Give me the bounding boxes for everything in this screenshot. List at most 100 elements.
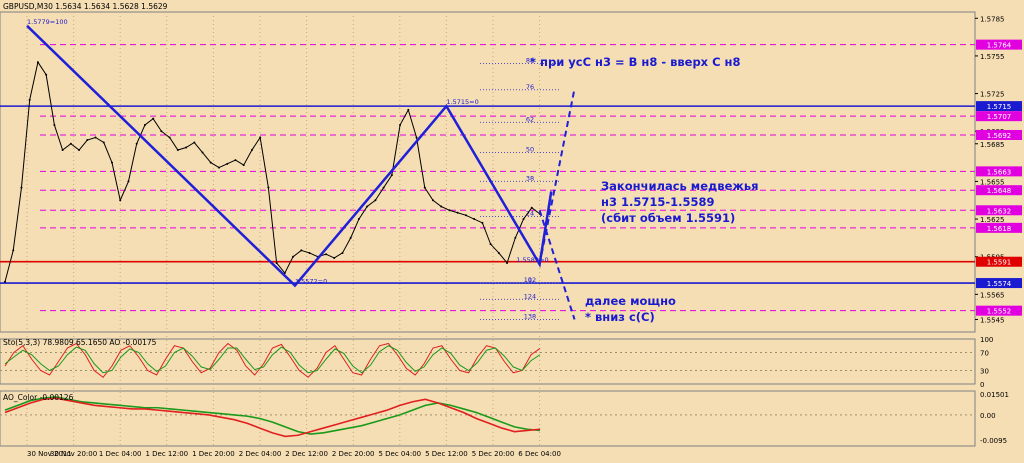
price-point [432,199,434,202]
price-point [12,249,15,252]
price-point [135,142,138,145]
ao-tick-label: 0.00 [980,412,996,420]
conclusion-line-1: Закончилась медвежья [601,179,758,193]
price-point [481,221,484,224]
time-tick-label: 2 Dec 20:00 [332,450,375,458]
price-point [259,136,262,139]
price-point [267,186,270,189]
price-point [292,255,295,258]
chart-canvas: 88766250382401121241381.5779=1001.5715=0… [0,0,1024,459]
time-tick-label: 1 Dec 04:00 [99,450,142,458]
price-level-badge-text: 1.5618 [987,225,1012,233]
price-level-badge-text: 1.5764 [987,42,1012,50]
stochastic-tick-label: 0 [980,381,984,389]
scenario-annotation: * при усС н3 = В н8 - вверх С н8 [530,55,741,69]
price-point [341,251,344,254]
price-point [250,149,253,152]
price-point [448,209,451,212]
price-level-badge-text: 1.5692 [987,132,1012,140]
stochastic-header: Sto(5,3,3) 78.9809 65.1650 AO -0.00175 [3,338,157,347]
swing-label: 1.5572=0 [295,278,327,286]
price-point [176,149,179,152]
price-level-badge-text: 1.5591 [987,259,1012,267]
chart-window: 88 76 62 50 38 24 0 112 124 138 1.5779=100 1.5715=0… [0,0,1024,459]
price-point [61,149,64,152]
price-point [53,123,56,126]
fib-level-label: 76 [526,83,534,91]
fib-level-label: 112 [524,276,536,284]
price-point [415,136,418,139]
time-tick-label: 5 Dec 20:00 [472,450,515,458]
stochastic-tick-label: 100 [980,336,993,344]
time-tick-label: 1 Dec 12:00 [145,450,188,458]
price-level-badge-text: 1.5574 [987,280,1012,288]
price-level-badge-text: 1.5632 [987,207,1012,215]
time-tick-label: 2 Dec 12:00 [285,450,328,458]
price-level-badge-text: 1.5707 [987,113,1012,121]
price-level-badge-text: 1.5552 [987,308,1012,316]
stochastic-tick-label: 70 [980,350,989,358]
fib-level-label: 124 [524,292,536,300]
price-point [300,249,303,252]
next-move-line-1: далее мощно [585,294,676,308]
price-point [497,251,500,254]
price-point [111,161,113,164]
price-point [69,142,72,145]
time-tick-label: 2 Dec 04:00 [239,450,282,458]
price-point [78,149,81,152]
ao-tick-label: 0.01501 [980,391,1009,399]
time-tick-label: 1 Dec 20:00 [192,450,235,458]
price-point [218,166,220,169]
price-point [45,73,48,76]
price-tick-label: 1.5755 [980,53,1005,61]
price-point [94,136,97,139]
price-point [440,205,443,208]
price-point [152,117,155,120]
price-point [407,108,410,111]
price-tick-label: 1.5685 [980,141,1005,149]
price-point [201,151,204,154]
price-point [374,199,377,202]
price-level-badge-text: 1.5715 [987,103,1012,111]
stochastic-tick-label: 30 [980,368,989,376]
price-point [127,180,130,183]
price-point [143,123,146,126]
price-point [325,253,327,256]
chart-background [0,0,1024,459]
price-point [390,174,393,177]
conclusion-line-3: (сбит объем 1.5591) [601,211,735,225]
price-point [357,218,360,221]
price-point [234,159,237,162]
swing-label: 1.5779=100 [27,18,68,26]
price-point [36,61,39,64]
price-point [506,261,509,264]
price-point [514,236,517,239]
price-point [464,214,467,217]
price-point [456,211,459,214]
price-point [242,164,245,167]
symbol-header: GBPUSD,M30 1.5634 1.5634 1.5628 1.5629 [3,2,168,11]
swing-label: 1.5589=0 [516,256,548,264]
price-point [160,130,163,133]
price-point [530,206,533,209]
time-tick-label: 6 Dec 04:00 [518,450,561,458]
price-point [423,186,426,189]
price-level-badge-text: 1.5648 [987,187,1012,195]
conclusion-line-2: н3 1.5715-1.5589 [601,195,714,209]
time-axis: 30 Nov 201130 Nov 20:00 1 Dec 04:00 1 Dec … [27,450,561,458]
price-tick-label: 1.5785 [980,15,1005,23]
time-tick-label: 5 Dec 04:00 [378,450,421,458]
fib-level-label: 50 [526,146,534,154]
fib-level-label: 38 [526,174,534,182]
swing-label: 1.5715=0 [446,98,478,106]
price-point [349,236,352,239]
price-point [399,123,402,126]
price-tick-label: 1.5545 [980,316,1005,324]
price-point [308,251,311,254]
price-level-badge-text: 1.5663 [987,168,1012,176]
price-point [366,205,369,208]
price-point [209,161,212,164]
price-point [226,162,229,165]
price-point [193,141,196,144]
price-point [86,139,89,141]
